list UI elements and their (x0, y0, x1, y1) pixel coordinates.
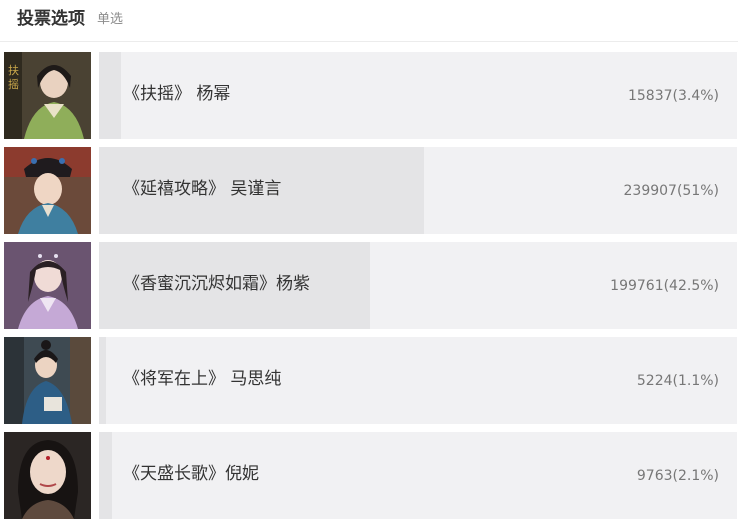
vote-bar-fill (99, 432, 112, 519)
vote-bar-fill (99, 337, 106, 424)
vote-bar: 《将军在上》 马思纯 5224(1.1%) (99, 337, 737, 424)
option-label: 《香蜜沉沉烬如霜》杨紫 (123, 274, 310, 294)
poll-header: 投票选项 单选 (0, 0, 738, 42)
vote-bar-fill (99, 52, 121, 139)
option-label: 《天盛长歌》倪妮 (123, 464, 259, 484)
option-thumbnail (4, 242, 91, 329)
vote-bar: 《天盛长歌》倪妮 9763(2.1%) (99, 432, 737, 519)
vote-bar: 《扶摇》 杨幂 15837(3.4%) (99, 52, 737, 139)
option-count: 199761(42.5%) (610, 278, 719, 294)
option-label: 《扶摇》 杨幂 (123, 84, 231, 104)
poll-option[interactable]: 《香蜜沉沉烬如霜》杨紫 199761(42.5%) (0, 242, 738, 329)
vote-bar: 《香蜜沉沉烬如霜》杨紫 199761(42.5%) (99, 242, 737, 329)
option-label: 《将军在上》 马思纯 (123, 369, 282, 389)
poll-options-list: 扶 摇 《扶摇》 杨幂 15837(3.4%) 《延禧攻略》 吴谨言 23990… (0, 52, 738, 527)
poll-mode-label: 单选 (97, 12, 124, 27)
vote-bar: 《延禧攻略》 吴谨言 239907(51%) (99, 147, 737, 234)
option-count: 239907(51%) (623, 183, 719, 199)
option-count: 9763(2.1%) (636, 468, 719, 484)
poll-option[interactable]: 《将军在上》 马思纯 5224(1.1%) (0, 337, 738, 424)
option-label: 《延禧攻略》 吴谨言 (123, 179, 282, 199)
option-thumbnail (4, 337, 91, 424)
option-count: 5224(1.1%) (636, 373, 719, 389)
option-count: 15837(3.4%) (627, 88, 719, 104)
svg-text:扶: 扶 (8, 63, 19, 77)
poll-option[interactable]: 《天盛长歌》倪妮 9763(2.1%) (0, 432, 738, 519)
option-thumbnail: 扶 摇 (4, 52, 91, 139)
svg-text:摇: 摇 (8, 77, 19, 91)
poll-option[interactable]: 《延禧攻略》 吴谨言 239907(51%) (0, 147, 738, 234)
option-thumbnail (4, 147, 91, 234)
option-thumbnail (4, 432, 91, 519)
poll-title: 投票选项 (17, 9, 85, 29)
poll-option[interactable]: 扶 摇 《扶摇》 杨幂 15837(3.4%) (0, 52, 738, 139)
